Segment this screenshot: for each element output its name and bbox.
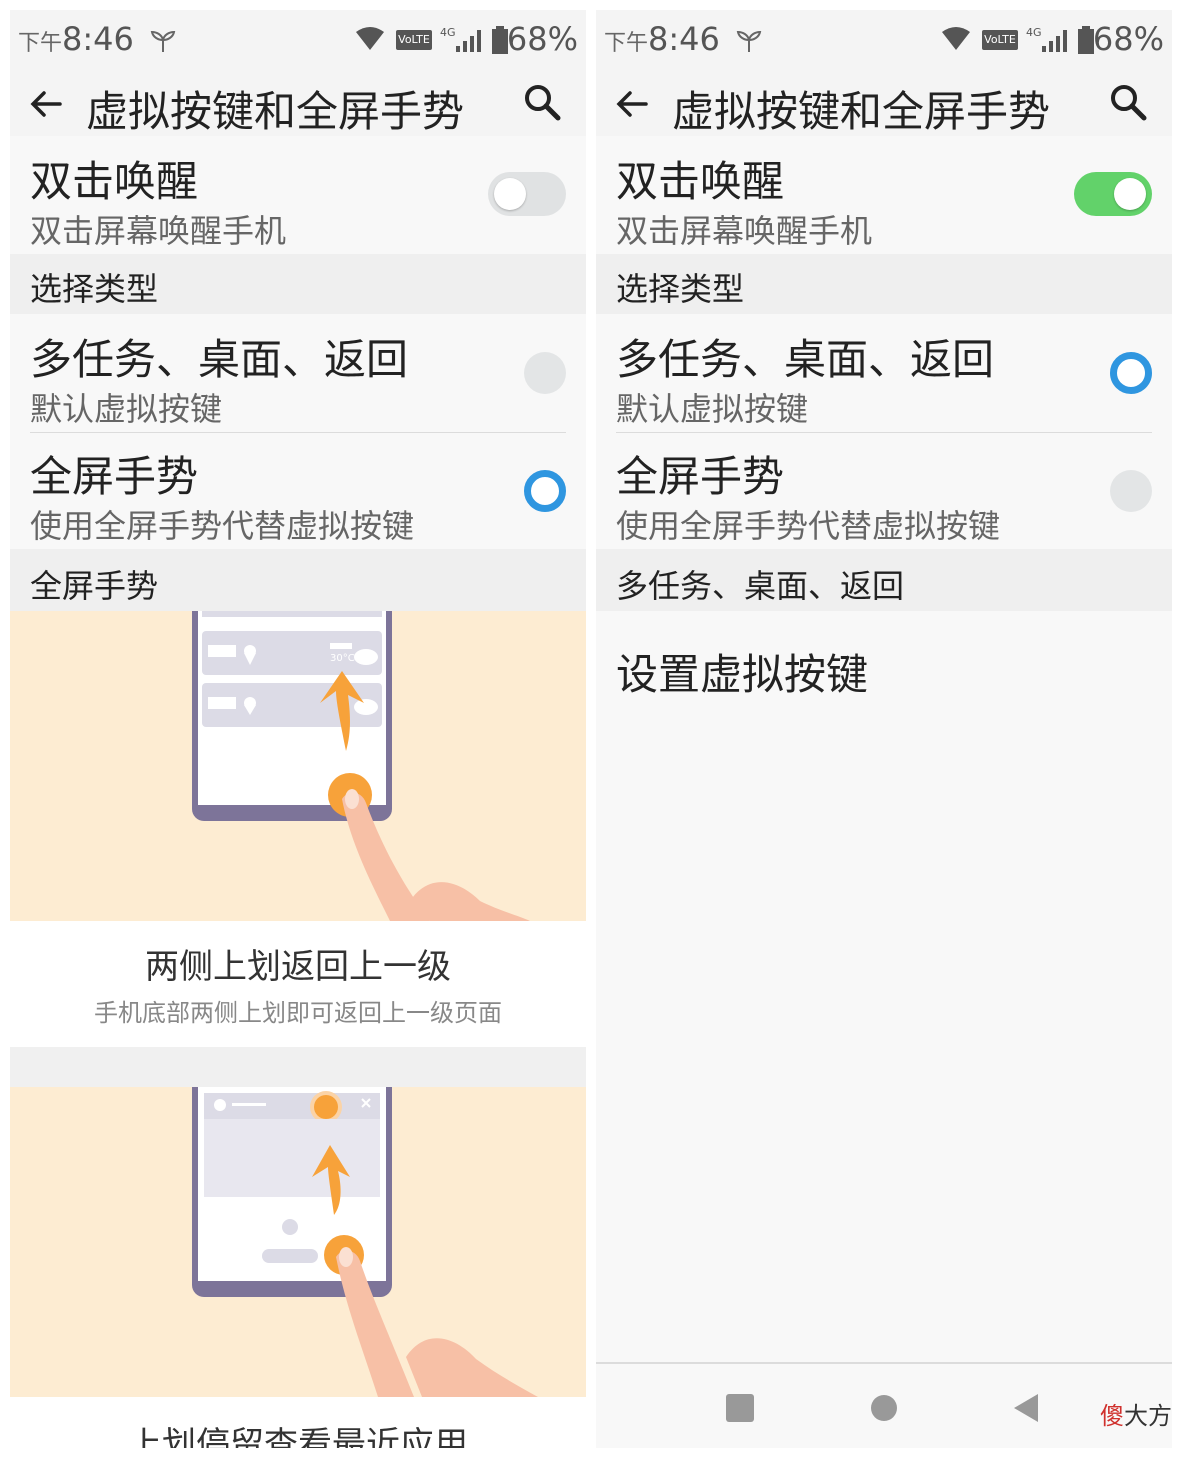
search-icon[interactable] xyxy=(1108,82,1148,122)
double-tap-row[interactable]: 双击唤醒 双击屏幕唤醒手机 xyxy=(10,136,586,254)
battery-icon xyxy=(492,26,508,54)
card1-subtitle: 手机底部两侧上划即可返回上一级页面 xyxy=(94,999,502,1027)
battery-percent: 68% xyxy=(1092,20,1164,58)
option-gesture-row[interactable]: 全屏手势 使用全屏手势代替虚拟按键 xyxy=(596,433,1172,549)
double-tap-subtitle: 双击屏幕唤醒手机 xyxy=(616,212,873,250)
square-icon[interactable] xyxy=(726,1394,754,1422)
option-keys-subtitle: 默认虚拟按键 xyxy=(616,390,809,428)
option-gesture-row[interactable]: 全屏手势 使用全屏手势代替虚拟按键 xyxy=(10,433,586,549)
page-title: 虚拟按键和全屏手势 xyxy=(672,87,1051,136)
double-tap-subtitle: 双击屏幕唤醒手机 xyxy=(30,212,287,250)
double-tap-row[interactable]: 双击唤醒 双击屏幕唤醒手机 xyxy=(596,136,1172,254)
search-icon[interactable] xyxy=(522,82,562,122)
sprout-icon xyxy=(736,30,762,52)
set-virtual-keys-row[interactable]: 设置虚拟按键 xyxy=(596,611,1172,727)
card-gap xyxy=(10,1047,586,1087)
nav-bar xyxy=(596,1362,1172,1448)
gesture-section-header: 全屏手势 xyxy=(10,549,586,611)
option-keys-radio[interactable] xyxy=(524,352,566,394)
card1-title: 两侧上划返回上一级 xyxy=(145,947,451,987)
wifi-icon xyxy=(356,27,384,50)
status-time: 下午8:46 xyxy=(604,20,720,58)
gesture-illustration-recents xyxy=(10,1087,586,1397)
phone-recents-illustration xyxy=(192,1087,538,1397)
option-keys-radio[interactable] xyxy=(1110,352,1152,394)
option-keys-subtitle: 默认虚拟按键 xyxy=(30,390,223,428)
option-keys-row[interactable]: 多任务、桌面、返回 默认虚拟按键 xyxy=(596,314,1172,432)
triangle-back-icon[interactable] xyxy=(1012,1392,1040,1424)
app-bar: 虚拟按键和全屏手势 xyxy=(596,72,1172,136)
watermark: 傻大方 xyxy=(1100,1402,1172,1430)
double-tap-toggle[interactable] xyxy=(1074,172,1152,216)
option-gesture-subtitle: 使用全屏手势代替虚拟按键 xyxy=(30,507,415,545)
option-keys-title: 多任务、桌面、返回 xyxy=(616,335,995,384)
double-tap-title: 双击唤醒 xyxy=(30,157,199,206)
gesture-card-back: 两侧上划返回上一级 手机底部两侧上划即可返回上一级页面 xyxy=(10,921,586,1047)
double-tap-title: 双击唤醒 xyxy=(616,157,785,206)
volte-badge: VoLTE xyxy=(396,30,432,50)
battery-icon xyxy=(1078,26,1094,54)
left-screenshot: 下午8:46 VoLTE 4G 68% 虚拟按键和全屏手势 双击唤醒 双击屏幕唤… xyxy=(10,10,586,1448)
option-gesture-subtitle: 使用全屏手势代替虚拟按键 xyxy=(616,507,1001,545)
phone-swipe-illustration: 30°C xyxy=(192,611,530,921)
wifi-icon xyxy=(942,27,970,50)
option-keys-title: 多任务、桌面、返回 xyxy=(30,335,409,384)
select-type-header: 选择类型 xyxy=(596,254,1172,314)
status-bar: 下午8:46 VoLTE 4G 68% xyxy=(596,10,1172,72)
card2-title: 上划停留查看最近应用 xyxy=(128,1425,468,1448)
set-virtual-keys-label: 设置虚拟按键 xyxy=(616,650,869,699)
option-gesture-title: 全屏手势 xyxy=(616,452,785,501)
gesture-card-recents: 上划停留查看最近应用 xyxy=(10,1397,586,1448)
status-bar: 下午8:46 VoLTE 4G 68% xyxy=(10,10,586,72)
select-type-header: 选择类型 xyxy=(10,254,586,314)
circle-icon[interactable] xyxy=(871,1395,897,1421)
option-gesture-radio[interactable] xyxy=(524,470,566,512)
option-keys-row[interactable]: 多任务、桌面、返回 默认虚拟按键 xyxy=(10,314,586,432)
double-tap-toggle[interactable] xyxy=(488,172,566,216)
signal-icon xyxy=(456,30,481,52)
sprout-icon xyxy=(150,30,176,52)
temp-label: 30°C xyxy=(330,653,355,664)
volte-badge: VoLTE xyxy=(982,30,1018,50)
battery-percent: 68% xyxy=(506,20,578,58)
option-gesture-radio[interactable] xyxy=(1110,470,1152,512)
app-bar: 虚拟按键和全屏手势 xyxy=(10,72,586,136)
arrow-left-icon[interactable] xyxy=(612,84,652,124)
right-screenshot: 下午8:46 VoLTE 4G 68% 虚拟按键和全屏手势 双击唤醒 双击屏幕唤… xyxy=(596,10,1172,1448)
gesture-illustration-back: 30°C xyxy=(10,611,586,921)
page-title: 虚拟按键和全屏手势 xyxy=(86,87,465,136)
arrow-left-icon[interactable] xyxy=(26,84,66,124)
status-time: 下午8:46 xyxy=(18,20,134,58)
keys-section-header: 多任务、桌面、返回 xyxy=(596,549,1172,611)
option-gesture-title: 全屏手势 xyxy=(30,452,199,501)
signal-type-label: 4G xyxy=(1026,26,1042,39)
signal-type-label: 4G xyxy=(440,26,456,39)
signal-icon xyxy=(1042,30,1067,52)
